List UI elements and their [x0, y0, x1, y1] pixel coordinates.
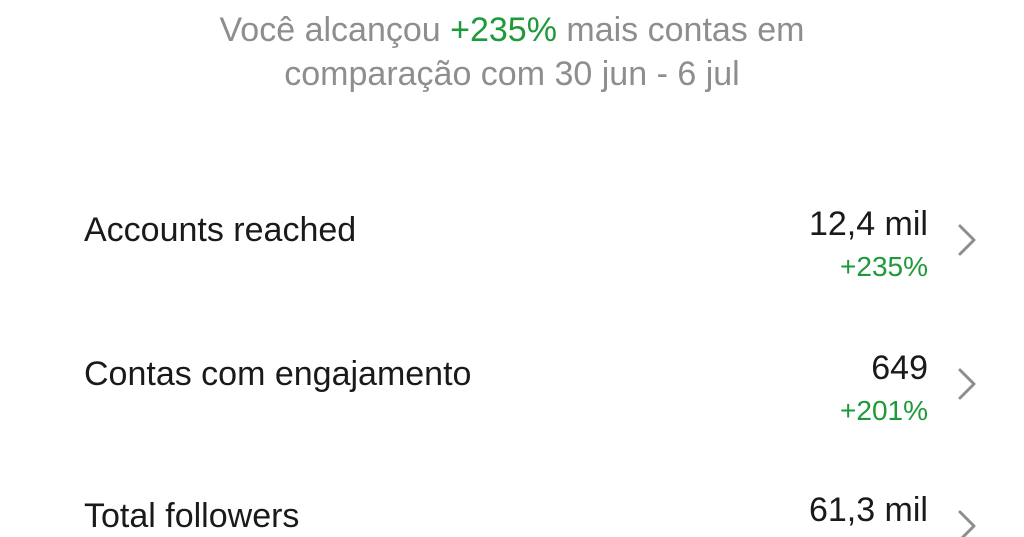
summary-suffix: mais contas em [556, 11, 805, 49]
summary-prefix: Você alcançou [219, 11, 451, 49]
metric-label: Contas com engajamento [84, 355, 472, 393]
metric-label: Accounts reached [84, 211, 357, 249]
chevron-right-icon [954, 506, 980, 537]
metric-label: Total followers [84, 497, 300, 535]
metric-value: 649 [871, 349, 928, 387]
insights-overview: Você alcançou +235% mais contas em compa… [0, 0, 1024, 537]
summary-line-1: Você alcançou +235% mais contas em [0, 8, 1024, 52]
metric-row-accounts-engaged[interactable]: Contas com engajamento 649 +201% [0, 344, 1024, 454]
metric-row-accounts-reached[interactable]: Accounts reached 12,4 mil +235% [0, 200, 1024, 310]
metric-change: +201% [840, 395, 928, 426]
metric-value: 61,3 mil [808, 491, 928, 529]
summary-highlight-percent: +235% [450, 11, 557, 49]
metric-value: 12,4 mil [808, 205, 928, 243]
chevron-right-icon [954, 220, 980, 260]
metric-row-total-followers[interactable]: Total followers 61,3 mil [0, 488, 1024, 537]
chevron-right-icon [954, 364, 980, 404]
metric-change: +235% [840, 251, 928, 282]
reach-comparison-summary: Você alcançou +235% mais contas em compa… [0, 8, 1024, 96]
summary-line-2: comparação com 30 jun - 6 jul [284, 55, 740, 93]
